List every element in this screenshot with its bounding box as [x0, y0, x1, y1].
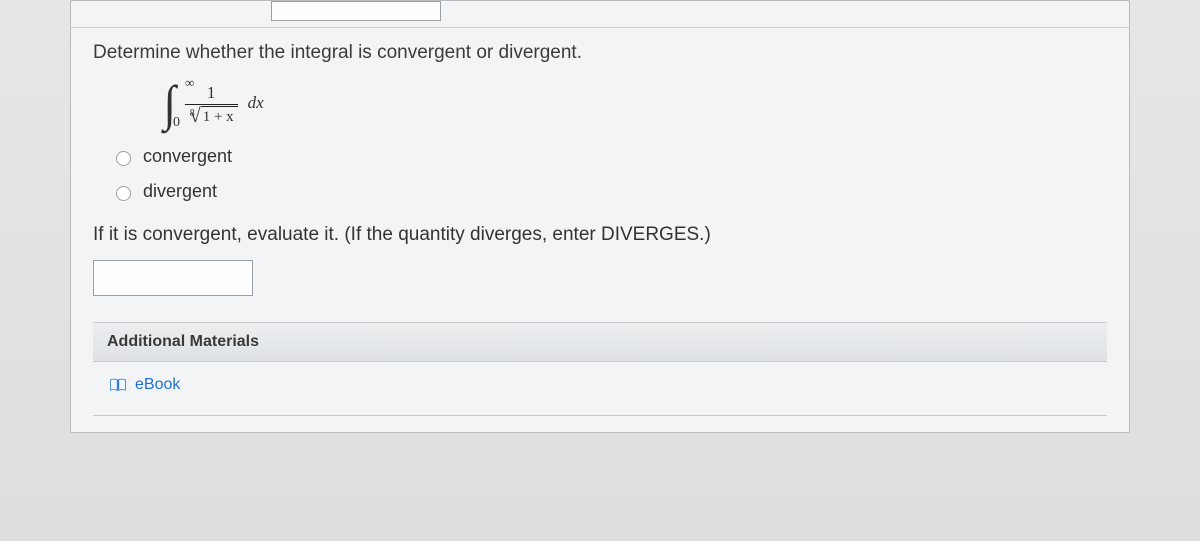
question-prompt: Determine whether the integral is conver… [93, 42, 1107, 64]
evaluate-prompt: If it is convergent, evaluate it. (If th… [93, 224, 1107, 246]
question-content: Determine whether the integral is conver… [71, 42, 1129, 432]
option-label: divergent [143, 181, 217, 202]
integral-lower-bound: 0 [173, 116, 180, 130]
integrand-fraction: 1 8 √ 1 + x [185, 83, 238, 127]
answer-options: convergent divergent [111, 146, 1107, 202]
option-convergent[interactable]: convergent [111, 146, 1107, 167]
page-background: Determine whether the integral is conver… [0, 0, 1200, 541]
additional-materials-body: eBook [93, 362, 1107, 416]
nth-root: 8 √ 1 + x [185, 106, 238, 127]
root-index: 8 [190, 108, 195, 119]
differential: dx [248, 93, 264, 113]
radio-divergent[interactable] [116, 186, 131, 201]
additional-materials-header: Additional Materials [93, 322, 1107, 362]
book-icon [109, 378, 127, 392]
radicand: 1 + x [201, 106, 238, 127]
integral-symbol-group: ∫ ∞ 0 [163, 78, 179, 128]
integral-expression: ∫ ∞ 0 1 8 √ 1 + x [163, 78, 1107, 128]
previous-answer-input[interactable] [271, 1, 441, 21]
option-divergent[interactable]: divergent [111, 181, 1107, 202]
fraction-numerator: 1 [201, 83, 222, 103]
ebook-label: eBook [135, 376, 180, 394]
question-card: Determine whether the integral is conver… [70, 0, 1130, 433]
fraction-denominator: 8 √ 1 + x [185, 106, 238, 127]
integral-symbol: ∫ ∞ 0 [163, 78, 177, 128]
previous-answer-row [71, 1, 1129, 28]
option-label: convergent [143, 146, 232, 167]
radio-convergent[interactable] [116, 151, 131, 166]
ebook-link[interactable]: eBook [109, 376, 180, 394]
evaluate-answer-input[interactable] [93, 260, 253, 296]
radical: √ 1 + x [190, 106, 238, 127]
